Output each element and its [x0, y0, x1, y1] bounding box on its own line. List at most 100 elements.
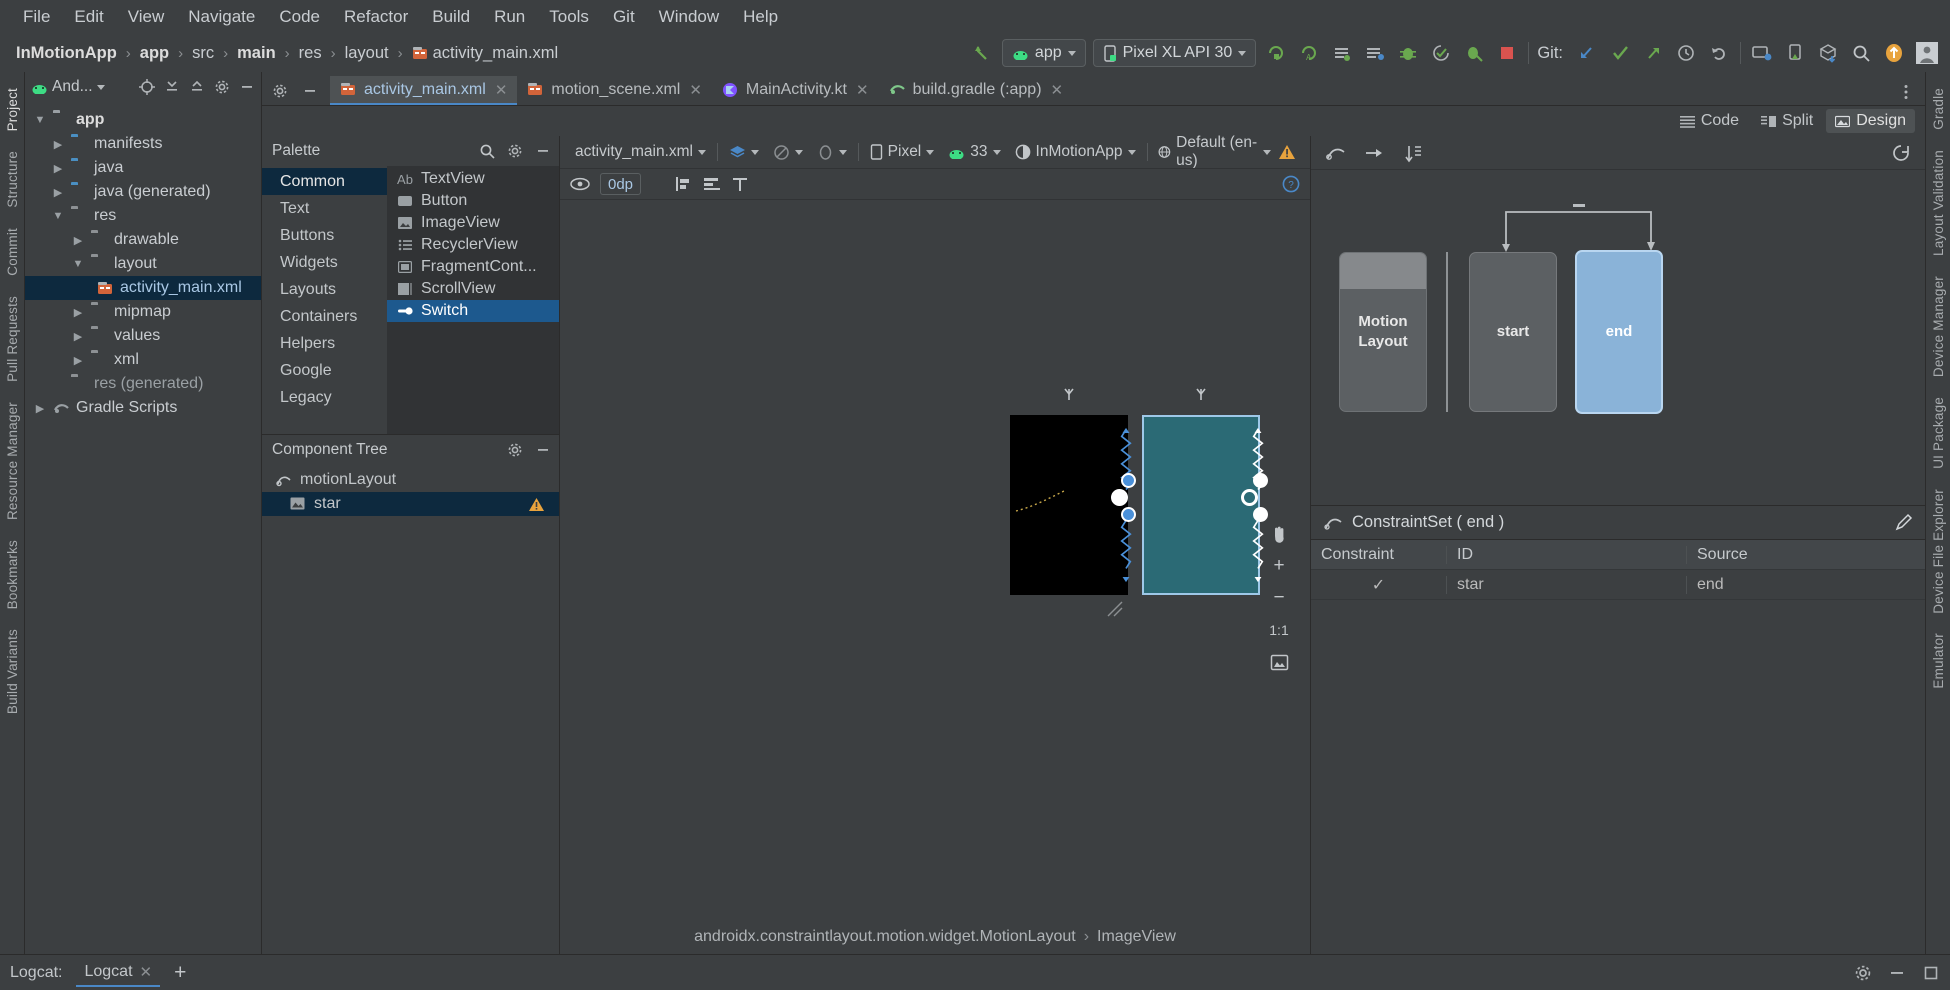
palette-item-switch[interactable]: Switch [387, 300, 559, 322]
breadcrumb-main[interactable]: main [233, 44, 280, 63]
tree-row-drawable[interactable]: ▶ drawable [25, 228, 261, 252]
palette-item-textview[interactable]: Ab TextView [387, 168, 559, 190]
gear-icon[interactable] [507, 442, 523, 458]
tool-tab-resource-manager[interactable]: Resource Manager [2, 392, 23, 530]
avatar[interactable] [1914, 40, 1940, 66]
motion-state-motion-layout[interactable]: Motion Layout [1339, 252, 1427, 412]
back-arrow-icon[interactable] [969, 40, 995, 66]
hide-panel-icon[interactable] [239, 79, 255, 95]
breadcrumb-res[interactable]: res [295, 44, 326, 63]
motion-editor-settings-icon[interactable] [1891, 143, 1911, 163]
tool-tab-gradle[interactable]: Gradle [1928, 78, 1949, 140]
avd-manager-icon[interactable] [1749, 40, 1775, 66]
zoom-out-button[interactable]: − [1264, 582, 1294, 614]
tree-row-manifests[interactable]: ▶ manifests [25, 132, 261, 156]
palette-category-layouts[interactable]: Layouts [262, 276, 387, 303]
add-constraint-set-icon[interactable] [1363, 143, 1385, 163]
tool-tab-device-file-explorer[interactable]: Device File Explorer [1928, 479, 1949, 624]
motion-state-start[interactable]: start [1469, 252, 1557, 412]
stop-button[interactable] [1494, 40, 1520, 66]
editor-tab-motion-scene-xml[interactable]: motion_scene.xml ✕ [517, 76, 712, 105]
selection-path[interactable]: androidx.constraintlayout.motion.widget.… [694, 928, 1076, 946]
hide-panel-icon[interactable] [1888, 964, 1906, 982]
eye-icon[interactable] [570, 177, 590, 191]
constraint-table-row[interactable]: ✓ star end [1311, 570, 1925, 600]
guideline-icon[interactable] [731, 176, 749, 192]
close-icon[interactable]: ✕ [1051, 81, 1064, 99]
run-with-coverage-button[interactable]: A [1296, 40, 1322, 66]
resize-handle-top[interactable] [1121, 473, 1136, 488]
chevron-down-icon[interactable]: ▼ [33, 114, 47, 126]
close-icon[interactable]: ✕ [140, 963, 153, 981]
view-mode-code[interactable]: Code [1671, 109, 1748, 133]
chevron-down-icon[interactable]: ▼ [51, 210, 65, 222]
close-icon[interactable]: ✕ [689, 81, 702, 99]
motion-state-end[interactable]: end [1575, 250, 1663, 414]
settings-gear-icon[interactable] [272, 83, 288, 99]
breadcrumb-project[interactable]: InMotionApp [12, 44, 121, 63]
attach-debugger-icon[interactable] [1362, 40, 1388, 66]
chevron-right-icon[interactable]: ▶ [51, 162, 65, 175]
palette-category-text[interactable]: Text [262, 195, 387, 222]
tool-tab-build-variants[interactable]: Build Variants [2, 619, 23, 724]
editor-tab-mainactivity-kt[interactable]: MainActivity.kt ✕ [712, 76, 879, 105]
chevron-right-icon[interactable]: ▶ [51, 186, 65, 199]
palette-item-button[interactable]: Button [387, 190, 559, 212]
pan-tool-icon[interactable] [1264, 518, 1294, 550]
close-icon[interactable]: ✕ [856, 81, 869, 99]
chevron-right-icon[interactable]: ▶ [51, 138, 65, 151]
edit-pencil-icon[interactable] [1894, 513, 1913, 532]
close-icon[interactable]: ✕ [495, 81, 508, 99]
palette-item-imageview[interactable]: ImageView [387, 212, 559, 234]
breadcrumb-file[interactable]: activity_main.xml [433, 44, 559, 63]
breadcrumb-layout[interactable]: layout [341, 44, 393, 63]
git-history-icon[interactable] [1673, 40, 1699, 66]
menu-view[interactable]: View [117, 4, 176, 30]
gear-icon[interactable] [507, 143, 523, 159]
blueprint-mode-button[interactable] [766, 140, 810, 164]
component-tree-row-star[interactable]: star [262, 492, 559, 516]
tool-tab-emulator[interactable]: Emulator [1928, 623, 1949, 699]
design-api-selector[interactable]: 33 [941, 140, 1007, 164]
menu-help[interactable]: Help [732, 4, 789, 30]
menu-edit[interactable]: Edit [63, 4, 114, 30]
selection-leaf[interactable]: ImageView [1097, 928, 1176, 946]
sdk-manager-icon[interactable] [1815, 40, 1841, 66]
create-transition-icon[interactable] [1325, 143, 1347, 163]
palette-category-helpers[interactable]: Helpers [262, 330, 387, 357]
tree-row-app[interactable]: ▼ app [25, 108, 261, 132]
tool-tab-structure[interactable]: Structure [2, 141, 23, 218]
hide-editor-icon[interactable] [302, 83, 318, 99]
git-commit-icon[interactable] [1607, 40, 1633, 66]
menu-git[interactable]: Git [602, 4, 646, 30]
design-mode-selector[interactable] [722, 140, 766, 164]
git-update-icon[interactable] [1574, 40, 1600, 66]
palette-category-widgets[interactable]: Widgets [262, 249, 387, 276]
design-file-selector[interactable]: activity_main.xml [568, 140, 713, 164]
project-view-selector[interactable]: And... [31, 78, 105, 96]
design-canvas[interactable]: + − 1:1 [560, 200, 1310, 920]
menu-file[interactable]: File [12, 4, 61, 30]
tool-tab-project[interactable]: Project [2, 78, 23, 141]
resize-handle-top[interactable] [1253, 473, 1268, 488]
resize-handle-bottom[interactable] [1121, 507, 1136, 522]
design-help-icon[interactable]: ? [1282, 175, 1300, 193]
margin-value[interactable]: 0dp [600, 173, 642, 195]
palette-category-google[interactable]: Google [262, 357, 387, 384]
chevron-right-icon[interactable]: ▶ [71, 330, 85, 343]
menu-code[interactable]: Code [268, 4, 331, 30]
design-locale-selector[interactable]: Default (en-us) [1151, 134, 1278, 169]
palette-category-common[interactable]: Common [262, 168, 387, 195]
tree-row-values[interactable]: ▶ values [25, 324, 261, 348]
profile-button[interactable] [1329, 40, 1355, 66]
tree-row-xml[interactable]: ▶ xml [25, 348, 261, 372]
tree-row-java-generated[interactable]: ▶ java (generated) [25, 180, 261, 204]
component-tree-row-motionlayout[interactable]: motionLayout [262, 468, 559, 492]
tree-row-activity-main-xml[interactable]: activity_main.xml [25, 276, 261, 300]
menu-build[interactable]: Build [421, 4, 481, 30]
menu-window[interactable]: Window [648, 4, 730, 30]
add-keyframe-icon[interactable] [1401, 143, 1423, 163]
zoom-in-button[interactable]: + [1264, 550, 1294, 582]
chevron-right-icon[interactable]: ▶ [71, 234, 85, 247]
design-device-selector[interactable]: Pixel [863, 140, 942, 164]
